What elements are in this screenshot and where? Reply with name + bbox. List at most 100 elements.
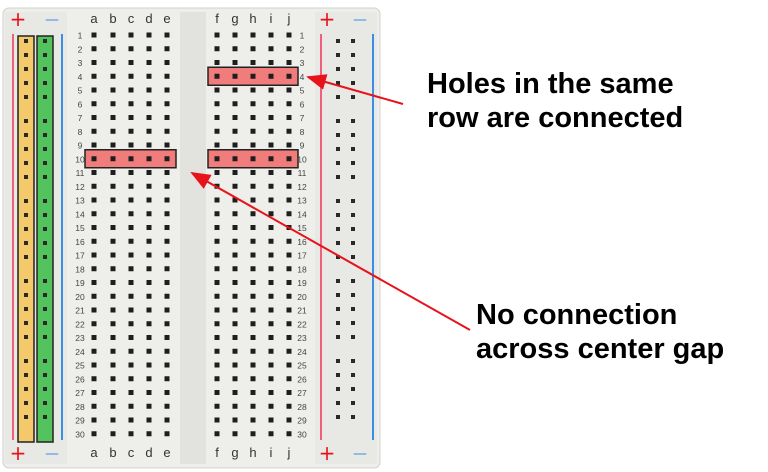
rail-minus-top-right: — — [353, 12, 367, 28]
rail-hole — [43, 373, 47, 377]
connected-annotation-line-1: Holes in the same — [427, 68, 674, 100]
rail-hole — [24, 415, 28, 419]
terminal-hole — [128, 280, 134, 285]
row-number: 30 — [75, 429, 85, 439]
rail-hole — [351, 199, 355, 203]
terminal-hole — [232, 183, 238, 189]
terminal-hole — [214, 348, 220, 354]
rail-hole — [351, 255, 355, 259]
terminal-hole — [110, 156, 116, 162]
terminal-hole — [128, 46, 134, 52]
terminal-hole — [164, 280, 170, 285]
terminal-hole — [164, 183, 170, 189]
column-letter: g — [231, 11, 238, 26]
row-number: 22 — [75, 319, 85, 329]
terminal-hole — [128, 335, 134, 340]
terminal-hole — [214, 307, 220, 313]
terminal-hole — [146, 266, 152, 272]
terminal-hole — [268, 362, 274, 368]
rail-hole — [43, 39, 47, 43]
terminal-hole — [250, 156, 256, 162]
rail-hole — [43, 387, 47, 391]
terminal-hole — [146, 115, 152, 120]
row-number: 6 — [300, 99, 305, 109]
terminal-hole — [110, 197, 116, 203]
terminal-hole — [232, 335, 238, 340]
terminal-hole — [268, 266, 274, 272]
rail-hole — [351, 387, 355, 391]
terminal-hole — [250, 266, 256, 272]
rail-hole — [24, 147, 28, 151]
terminal-hole — [214, 390, 220, 395]
terminal-hole — [110, 280, 116, 285]
column-letter: i — [270, 445, 273, 460]
terminal-hole — [164, 362, 170, 368]
terminal-hole — [250, 252, 256, 258]
right-power-strip — [315, 12, 377, 464]
terminal-hole — [91, 362, 97, 368]
terminal-hole — [146, 376, 152, 382]
terminal-hole — [146, 170, 152, 175]
column-letter: b — [109, 445, 116, 460]
terminal-hole — [250, 46, 256, 52]
rail-hole — [351, 161, 355, 165]
terminal-hole — [110, 32, 116, 38]
terminal-hole — [91, 32, 97, 38]
row-number: 22 — [297, 319, 307, 329]
row-number: 28 — [75, 402, 85, 412]
terminal-hole — [268, 293, 274, 299]
terminal-hole — [164, 87, 170, 93]
row-number: 23 — [297, 333, 307, 343]
terminal-hole — [128, 128, 134, 134]
terminal-hole — [146, 211, 152, 217]
terminal-hole — [250, 60, 256, 65]
row-number: 27 — [297, 388, 307, 398]
terminal-hole — [146, 390, 152, 395]
terminal-hole — [164, 60, 170, 65]
terminal-hole — [164, 46, 170, 52]
terminal-hole — [214, 101, 220, 107]
rail-hole — [351, 307, 355, 311]
terminal-hole — [146, 87, 152, 93]
terminal-hole — [128, 87, 134, 93]
rail-hole — [24, 321, 28, 325]
terminal-hole — [250, 225, 256, 230]
rail-hole — [24, 241, 28, 245]
terminal-hole — [146, 252, 152, 258]
terminal-hole — [232, 32, 238, 38]
terminal-hole — [164, 321, 170, 327]
terminal-hole — [268, 403, 274, 409]
rail-hole — [351, 293, 355, 297]
rail-hole — [43, 53, 47, 57]
terminal-hole — [128, 417, 134, 423]
terminal-hole — [146, 32, 152, 38]
row-number: 18 — [75, 264, 85, 274]
row-number: 29 — [75, 416, 85, 426]
terminal-hole — [214, 46, 220, 52]
rail-hole — [43, 95, 47, 99]
terminal-hole — [214, 238, 220, 244]
terminal-hole — [214, 32, 220, 38]
terminal-hole — [146, 73, 152, 79]
terminal-hole — [286, 101, 292, 107]
rail-hole — [351, 81, 355, 85]
terminal-hole — [250, 128, 256, 134]
row-number: 11 — [76, 168, 85, 178]
rail-plus-bottom-left: + — [10, 441, 27, 465]
terminal-hole — [91, 335, 97, 340]
column-letter: a — [90, 11, 98, 26]
rail-hole — [43, 241, 47, 245]
terminal-hole — [146, 60, 152, 65]
row-number: 3 — [300, 58, 305, 68]
terminal-hole — [146, 417, 152, 423]
row-number: 1 — [78, 31, 83, 41]
terminal-hole — [232, 376, 238, 382]
terminal-hole — [164, 156, 170, 162]
terminal-hole — [214, 225, 220, 230]
row-number: 24 — [297, 347, 307, 357]
terminal-hole — [286, 32, 292, 38]
terminal-hole — [146, 307, 152, 313]
terminal-hole — [214, 73, 220, 79]
rail-hole — [336, 53, 340, 57]
terminal-hole — [91, 403, 97, 409]
